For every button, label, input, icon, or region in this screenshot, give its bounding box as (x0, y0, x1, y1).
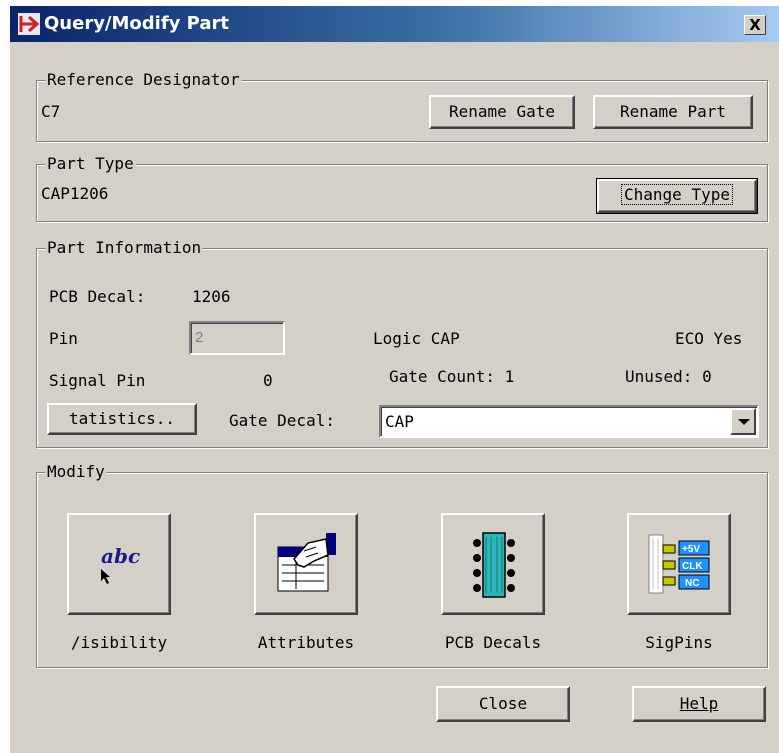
sigpins-icon: +5V CLK NC (648, 534, 710, 594)
unused-text: Unused: 0 (625, 367, 712, 386)
rename-gate-button[interactable]: Rename Gate (429, 95, 575, 129)
query-modify-part-dialog: Query/Modify Part X Reference Designator… (8, 4, 779, 753)
modify-label: Modify (45, 462, 107, 482)
logic-text: Logic CAP (373, 329, 460, 348)
part-type-value: CAP1206 (41, 184, 109, 203)
sigpins-button[interactable]: +5V CLK NC (627, 513, 731, 615)
sigpins-label: SigPins (645, 633, 713, 652)
attributes-label: Attributes (257, 633, 355, 652)
help-button[interactable]: Help (632, 686, 766, 722)
close-icon[interactable]: X (744, 15, 766, 35)
visibility-icon: abc (101, 544, 140, 584)
gate-decal-value: CAP (385, 412, 414, 431)
pcb-decal-value: 1206 (192, 287, 231, 306)
pcb-decals-button[interactable] (441, 513, 545, 615)
svg-text:abc: abc (101, 544, 140, 568)
pin-field: 2 (189, 321, 285, 355)
attributes-button[interactable] (254, 513, 358, 615)
pcb-decals-label: PCB Decals (444, 633, 542, 652)
gate-count-text: Gate Count: 1 (389, 367, 515, 386)
statistics-button[interactable]: tatistics.. (47, 403, 197, 435)
gate-decal-label: Gate Decal: (229, 411, 335, 430)
gate-decal-select[interactable]: CAP (379, 405, 759, 438)
reference-designator-group: Reference Designator C7 Rename Gate Rena… (36, 70, 768, 142)
pcb-decals-icon (473, 532, 515, 598)
part-information-label: Part Information (45, 238, 204, 258)
title-bar[interactable]: Query/Modify Part X (10, 6, 779, 42)
close-button[interactable]: Close (436, 686, 570, 722)
svg-text:NC: NC (685, 578, 699, 589)
part-type-label: Part Type (45, 154, 136, 174)
svg-text:+5V: +5V (682, 544, 700, 555)
pin-label: Pin (49, 329, 78, 348)
app-icon (18, 13, 40, 35)
part-type-group: Part Type CAP1206 Change Type (36, 154, 768, 222)
visibility-button[interactable]: abc (67, 513, 171, 615)
chevron-down-icon[interactable] (730, 408, 756, 435)
window-title: Query/Modify Part (44, 13, 230, 34)
change-type-button[interactable]: Change Type (596, 178, 758, 214)
signal-pin-label: Signal Pin (49, 371, 146, 390)
attributes-icon (277, 533, 336, 592)
modify-group: Modify abc /isibility Attributes PCB Dec… (36, 462, 768, 668)
eco-text: ECO Yes (675, 329, 743, 348)
reference-designator-value: C7 (41, 102, 61, 121)
signal-pin-value: 0 (263, 371, 273, 390)
svg-text:CLK: CLK (682, 561, 703, 572)
reference-designator-label: Reference Designator (45, 70, 242, 90)
part-information-group: Part Information PCB Decal: 1206 Pin 2 L… (36, 238, 768, 448)
pcb-decal-label: PCB Decal: (49, 287, 146, 306)
visibility-label: /isibility (70, 633, 168, 652)
rename-part-button[interactable]: Rename Part (593, 95, 753, 129)
